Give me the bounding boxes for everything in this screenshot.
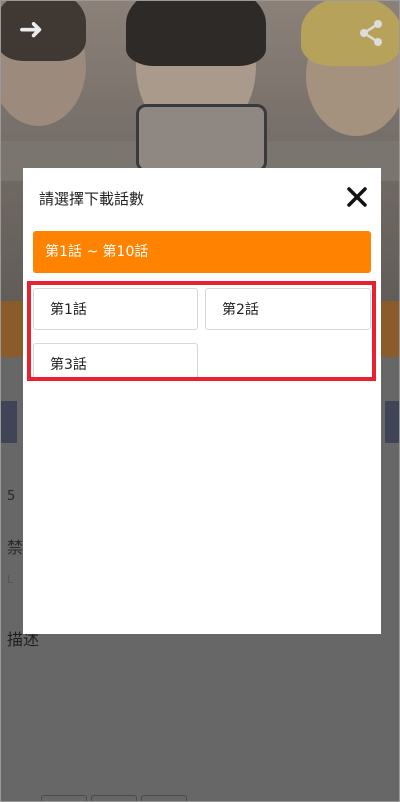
share-icon[interactable] [356,18,386,48]
cover-hair-center [126,1,266,66]
background-text-1: 5 [7,489,16,504]
close-icon[interactable] [346,186,368,208]
episode-range-button[interactable]: 第1話 ~ 第10話 [33,231,371,273]
background-right-tab [385,401,399,443]
background-text-3: L [7,573,14,586]
background-bottom-tabs [41,791,191,801]
download-episodes-dialog: 請選擇下載話數 第1話 ~ 第10話 [23,168,381,634]
app-screen: ➜ 5 禁 L 描述 請選擇下載話數 第1話 ~ 第10話 第1話 第2話 第3… [0,0,400,802]
background-left-tab [1,401,17,443]
background-text-2: 禁 [7,538,24,557]
dialog-title: 請選擇下載話數 [39,190,145,208]
cover-phone-drawing [136,104,267,172]
episode-list-highlight-box [27,281,376,381]
back-arrow-icon[interactable]: ➜ [15,15,47,47]
